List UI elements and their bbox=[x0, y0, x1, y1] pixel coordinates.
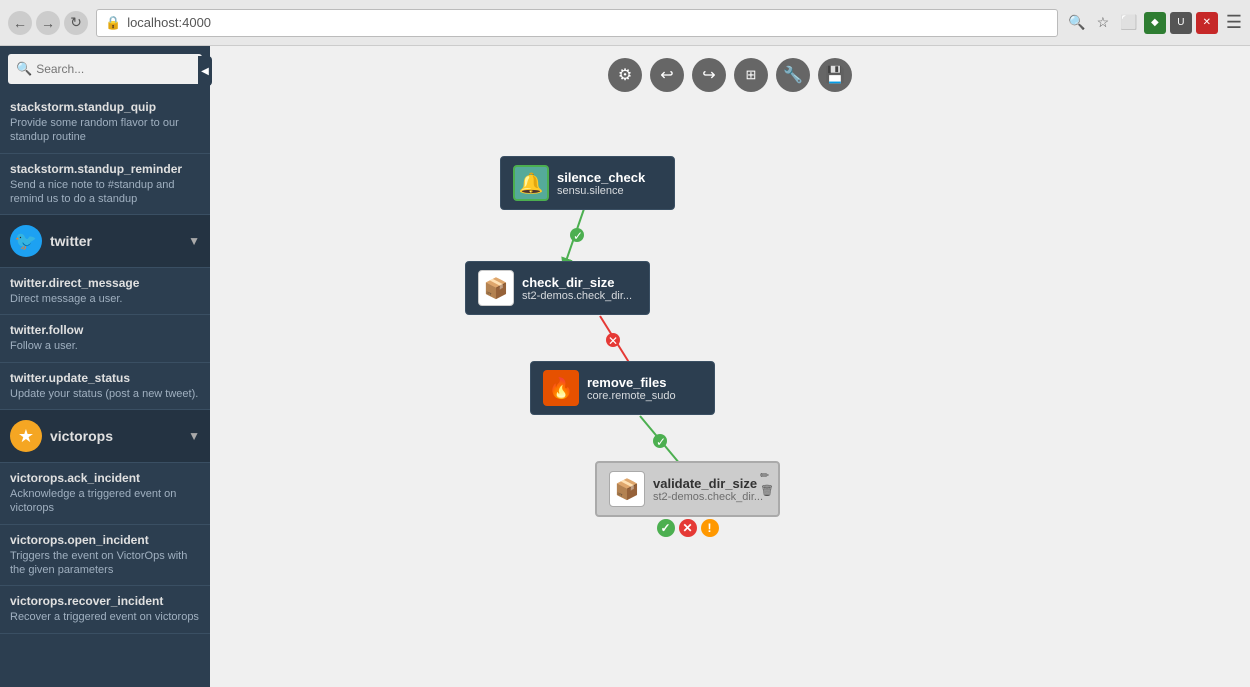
check-dir-text: check_dir_size st2-demos.check_dir... bbox=[522, 275, 632, 302]
victorops-chevron-icon: ▼ bbox=[188, 429, 200, 443]
star-icon[interactable]: ☆ bbox=[1092, 12, 1114, 34]
save-button[interactable]: 💾 bbox=[818, 58, 852, 92]
victorops-group-label: victorops bbox=[50, 428, 180, 444]
browser-chrome: ← → ↻ 🔒 localhost:4000 🔍 ☆ ⬜ ◆ U ✕ ☰ bbox=[0, 0, 1250, 46]
check-dir-icon: 📦 bbox=[478, 270, 514, 306]
item-title-update-status: twitter.update_status bbox=[10, 371, 200, 385]
svg-text:✓: ✓ bbox=[573, 229, 583, 243]
silence-check-name: silence_check bbox=[557, 170, 645, 185]
svg-text:✕: ✕ bbox=[608, 334, 618, 348]
window-icon[interactable]: ⬜ bbox=[1118, 12, 1140, 34]
svg-text:✓: ✓ bbox=[656, 435, 666, 449]
node-edit-icon[interactable]: ✏ bbox=[760, 469, 774, 482]
item-desc-standup-reminder: Send a nice note to #standup and remind … bbox=[10, 178, 200, 207]
twitter-chevron-icon: ▼ bbox=[188, 234, 200, 248]
sidebar-item-update-status[interactable]: twitter.update_status Update your status… bbox=[0, 363, 210, 410]
node-complete-button[interactable]: ! bbox=[701, 519, 719, 537]
item-desc-update-status: Update your status (post a new tweet). bbox=[10, 387, 200, 401]
check-dir-name: check_dir_size bbox=[522, 275, 632, 290]
node-remove-files[interactable]: 🔥 remove_files core.remote_sudo bbox=[530, 361, 715, 415]
workflow-connectors: ✓ ✕ ✓ bbox=[290, 106, 1250, 687]
back-button[interactable]: ← bbox=[8, 11, 32, 35]
search-container: 🔍 bbox=[0, 46, 210, 92]
wrench-button[interactable]: 🔧 bbox=[776, 58, 810, 92]
sidebar: 🔍 stackstorm.standup_quip Provide some r… bbox=[0, 46, 210, 687]
item-desc-recover: Recover a triggered event on victorops bbox=[10, 610, 200, 624]
item-title-recover: victorops.recover_incident bbox=[10, 594, 200, 608]
url-text: localhost:4000 bbox=[127, 15, 211, 30]
refresh-button[interactable]: ↻ bbox=[64, 11, 88, 35]
item-title-open: victorops.open_incident bbox=[10, 533, 200, 547]
twitter-group-label: twitter bbox=[50, 233, 180, 249]
sidebar-item-standup-reminder[interactable]: stackstorm.standup_reminder Send a nice … bbox=[0, 154, 210, 216]
workflow-area: ✓ ✕ ✓ 🔔 bbox=[290, 106, 1250, 687]
sidebar-item-standup-quip[interactable]: stackstorm.standup_quip Provide some ran… bbox=[0, 92, 210, 154]
item-desc-standup-quip: Provide some random flavor to our standu… bbox=[10, 116, 200, 145]
redo-button[interactable]: ↪ bbox=[692, 58, 726, 92]
settings-button[interactable]: ⚙ bbox=[608, 58, 642, 92]
undo-button[interactable]: ↩ bbox=[650, 58, 684, 92]
item-desc-open: Triggers the event on VictorOps with the… bbox=[10, 549, 200, 578]
canvas-toolbar: ⚙ ↩ ↪ ⊞ 🔧 💾 bbox=[608, 58, 852, 92]
sidebar-item-follow[interactable]: twitter.follow Follow a user. bbox=[0, 315, 210, 362]
sidebar-item-direct-message[interactable]: twitter.direct_message Direct message a … bbox=[0, 268, 210, 315]
ext-red-icon[interactable]: ✕ bbox=[1196, 12, 1218, 34]
sidebar-toggle[interactable]: ◀ bbox=[198, 56, 212, 86]
node-silence-check[interactable]: 🔔 silence_check sensu.silence bbox=[500, 156, 675, 210]
item-title-standup-reminder: stackstorm.standup_reminder bbox=[10, 162, 200, 176]
search-icon: 🔍 bbox=[16, 61, 32, 77]
node-action-buttons: ✓ ✕ ! bbox=[657, 519, 719, 537]
node-delete-icon[interactable]: 🗑 bbox=[760, 484, 774, 497]
sidebar-group-victorops[interactable]: ★ victorops ▼ bbox=[0, 410, 210, 463]
browser-actions: 🔍 ☆ ⬜ ◆ U ✕ ☰ bbox=[1066, 12, 1242, 34]
item-title-direct-message: twitter.direct_message bbox=[10, 276, 200, 290]
validate-dir-text: validate_dir_size st2-demos.check_dir... bbox=[653, 476, 763, 503]
layout-button[interactable]: ⊞ bbox=[734, 58, 768, 92]
item-title-standup-quip: stackstorm.standup_quip bbox=[10, 100, 200, 114]
silence-check-icon: 🔔 bbox=[513, 165, 549, 201]
node-error-button[interactable]: ✕ bbox=[679, 519, 697, 537]
nav-buttons: ← → ↻ bbox=[8, 11, 88, 35]
remove-files-name: remove_files bbox=[587, 375, 676, 390]
forward-button[interactable]: → bbox=[36, 11, 60, 35]
hamburger-menu[interactable]: ☰ bbox=[1226, 12, 1242, 33]
search-browser-icon[interactable]: 🔍 bbox=[1066, 12, 1088, 34]
item-desc-direct-message: Direct message a user. bbox=[10, 292, 200, 306]
remove-files-action: core.remote_sudo bbox=[587, 390, 676, 402]
node-edit-panel: ✏ 🗑 bbox=[760, 469, 774, 497]
sidebar-item-recover-incident[interactable]: victorops.recover_incident Recover a tri… bbox=[0, 586, 210, 633]
remove-files-icon: 🔥 bbox=[543, 370, 579, 406]
node-validate-dir-size[interactable]: 📦 validate_dir_size st2-demos.check_dir.… bbox=[595, 461, 780, 517]
ext-green-icon[interactable]: ◆ bbox=[1144, 12, 1166, 34]
node-success-button[interactable]: ✓ bbox=[657, 519, 675, 537]
item-desc-ack: Acknowledge a triggered event on victoro… bbox=[10, 487, 200, 516]
address-bar: 🔒 localhost:4000 bbox=[96, 9, 1058, 37]
twitter-group-icon: 🐦 bbox=[10, 225, 42, 257]
victorops-group-icon: ★ bbox=[10, 420, 42, 452]
check-dir-action: st2-demos.check_dir... bbox=[522, 290, 632, 302]
search-input[interactable] bbox=[36, 62, 194, 76]
validate-dir-name: validate_dir_size bbox=[653, 476, 763, 491]
remove-files-text: remove_files core.remote_sudo bbox=[587, 375, 676, 402]
ext-icon-2[interactable]: U bbox=[1170, 12, 1192, 34]
app-layout: 🔍 stackstorm.standup_quip Provide some r… bbox=[0, 46, 1250, 687]
sidebar-group-twitter[interactable]: 🐦 twitter ▼ bbox=[0, 215, 210, 268]
sidebar-item-ack-incident[interactable]: victorops.ack_incident Acknowledge a tri… bbox=[0, 463, 210, 525]
lock-icon: 🔒 bbox=[105, 15, 121, 31]
item-title-follow: twitter.follow bbox=[10, 323, 200, 337]
item-desc-follow: Follow a user. bbox=[10, 339, 200, 353]
main-canvas: ⚙ ↩ ↪ ⊞ 🔧 💾 ✓ ✕ bbox=[210, 46, 1250, 687]
item-title-ack: victorops.ack_incident bbox=[10, 471, 200, 485]
validate-dir-action: st2-demos.check_dir... bbox=[653, 491, 763, 503]
sidebar-item-open-incident[interactable]: victorops.open_incident Triggers the eve… bbox=[0, 525, 210, 587]
silence-check-action: sensu.silence bbox=[557, 185, 645, 197]
silence-check-text: silence_check sensu.silence bbox=[557, 170, 645, 197]
node-check-dir-size[interactable]: 📦 check_dir_size st2-demos.check_dir... bbox=[465, 261, 650, 315]
search-box[interactable]: 🔍 bbox=[8, 54, 202, 84]
validate-dir-icon: 📦 bbox=[609, 471, 645, 507]
